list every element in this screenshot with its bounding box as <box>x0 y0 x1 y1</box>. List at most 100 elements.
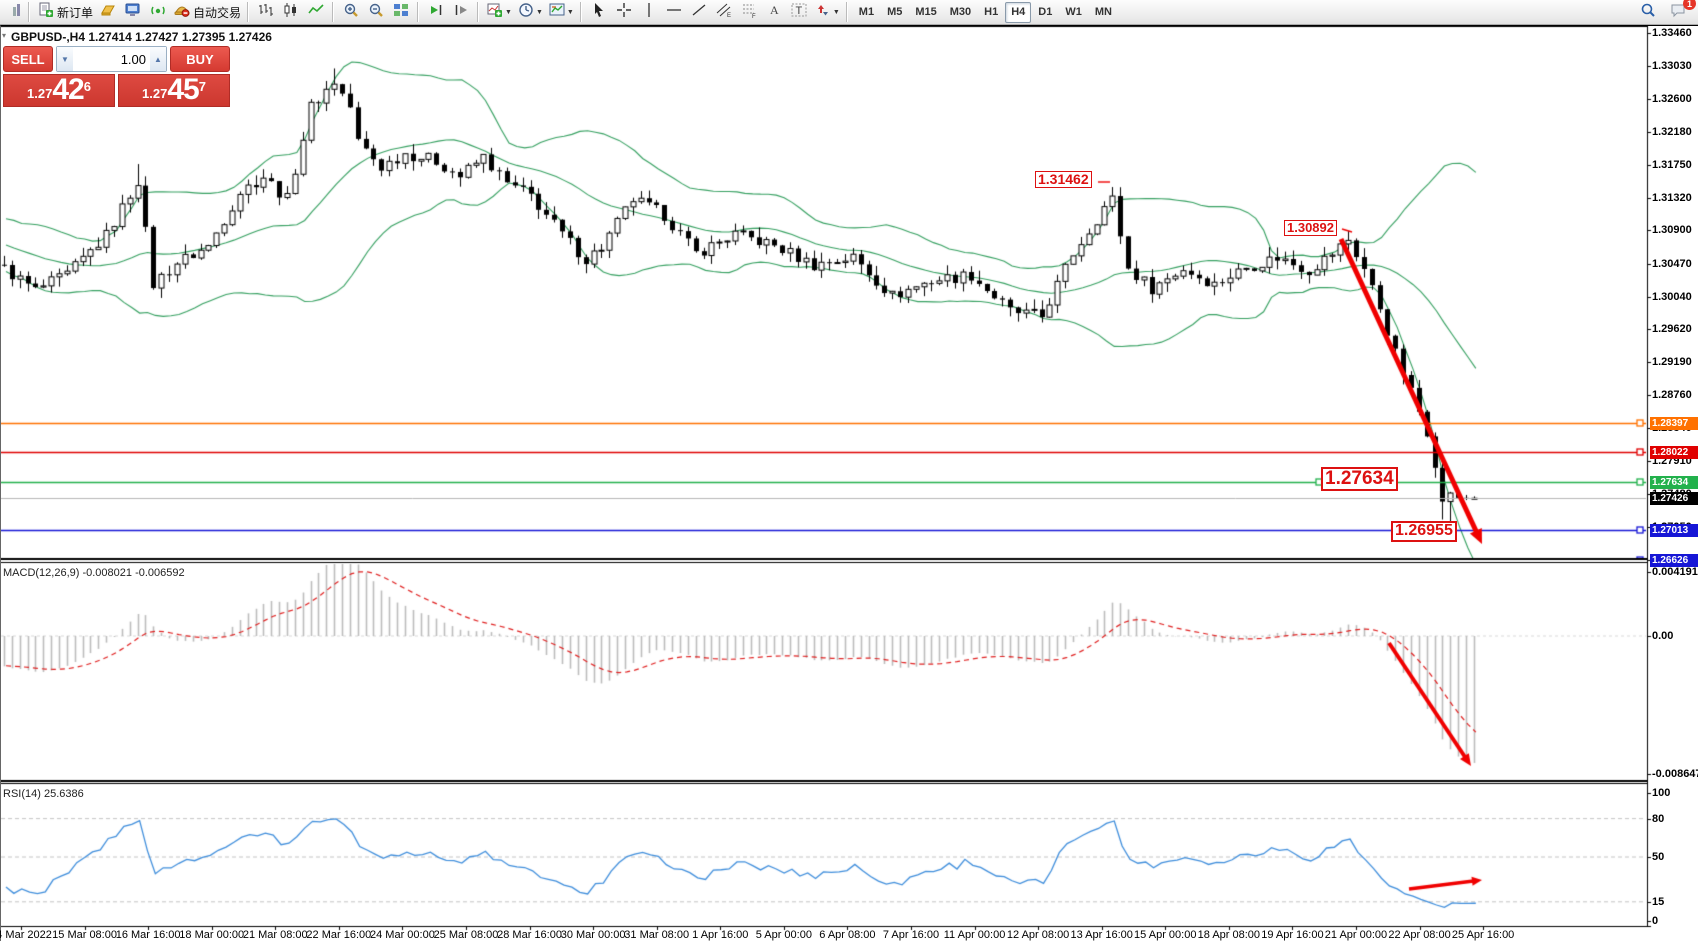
zoom-in-icon <box>342 1 360 24</box>
volume-increase-button[interactable]: ▲ <box>150 47 166 71</box>
timeframe-button-h4[interactable]: H4 <box>1005 2 1031 23</box>
date-axis-label: 15 Apr 00:00 <box>1134 929 1196 941</box>
date-axis-label: 21 Apr 00:00 <box>1325 929 1387 941</box>
price-axis-tick: 1.30900 <box>1652 224 1692 236</box>
timeframe-button-w1[interactable]: W1 <box>1059 2 1088 23</box>
price-tag-1.27426: 1.27426 <box>1650 492 1698 505</box>
vertical-line-tool-button[interactable] <box>637 2 661 22</box>
zoom-out-button[interactable] <box>364 2 388 22</box>
notifications-button[interactable]: 1 <box>1666 2 1690 22</box>
price-tag-1.28397: 1.28397 <box>1650 417 1698 430</box>
line-chart-button[interactable] <box>304 2 328 22</box>
price-axis-tick: 1.30040 <box>1652 291 1692 303</box>
signals-icon <box>149 1 167 24</box>
fibonacci-icon: F <box>740 1 758 24</box>
price-annotation-1.27634[interactable]: 1.27634 <box>1321 467 1398 491</box>
price-axis-tick: 1.29620 <box>1652 323 1692 335</box>
timeframe-button-h1[interactable]: H1 <box>978 2 1004 23</box>
date-axis-label: 22 Mar 16:00 <box>306 929 371 941</box>
periods-button[interactable]: ▼ <box>515 2 545 22</box>
label-tool-button[interactable]: T <box>787 2 811 22</box>
fibonacci-tool-button[interactable]: F <box>737 2 761 22</box>
toolbar-separator <box>245 2 252 22</box>
crosshair-tool-button[interactable] <box>612 2 636 22</box>
toolbar-item-label: 新订单 <box>57 4 93 21</box>
clipped-icon[interactable] <box>0 2 24 22</box>
metaeditor-icon <box>124 1 142 24</box>
price-axis-tick: 1.33030 <box>1652 60 1692 72</box>
timeframe-button-m30[interactable]: M30 <box>944 2 977 23</box>
price-chart-canvas[interactable] <box>1 26 1698 941</box>
date-axis-label: 18 Mar 00:00 <box>179 929 244 941</box>
timeframe-button-m15[interactable]: M15 <box>909 2 942 23</box>
trendline-icon <box>690 1 708 24</box>
volume-decrease-button[interactable]: ▼ <box>57 47 73 71</box>
autotrading-button[interactable]: 自动交易 <box>171 2 243 22</box>
sell-button[interactable]: SELL <box>3 46 53 72</box>
date-axis-label: 7 Apr 16:00 <box>883 929 939 941</box>
buy-price-display[interactable]: 1.27457 <box>118 74 230 107</box>
macd-axis-tick: 0.00 <box>1652 630 1673 642</box>
new-order-icon <box>37 1 55 24</box>
volume-box: ▼ ▲ <box>56 46 167 72</box>
cursor-tool-button[interactable] <box>587 2 611 22</box>
price-annotation-1.26955[interactable]: 1.26955 <box>1391 521 1457 542</box>
search-button[interactable] <box>1636 2 1660 22</box>
timeframe-button-m1[interactable]: M1 <box>853 2 880 23</box>
candles-icon <box>282 1 300 24</box>
date-axis-label: 28 Mar 16:00 <box>497 929 562 941</box>
timeframe-button-d1[interactable]: D1 <box>1032 2 1058 23</box>
zoom-in-button[interactable] <box>339 2 363 22</box>
chevron-down-icon: ▼ <box>536 9 543 16</box>
arrows-tool-button[interactable]: ▼ <box>812 2 842 22</box>
search-icon <box>1639 1 1657 24</box>
bar-chart-button[interactable] <box>254 2 278 22</box>
date-axis-label: 5 Apr 00:00 <box>756 929 812 941</box>
volume-input[interactable] <box>73 47 150 71</box>
svg-text:F: F <box>752 14 756 19</box>
candle-chart-button[interactable] <box>279 2 303 22</box>
timeframe-button-m5[interactable]: M5 <box>881 2 908 23</box>
macd-indicator-label: MACD(12,26,9) -0.008021 -0.006592 <box>3 567 185 579</box>
quote-open: 1.27414 <box>88 30 131 44</box>
toolbar-separator <box>415 2 422 22</box>
label-icon: T <box>790 1 808 24</box>
auto-scroll-icon <box>427 1 445 24</box>
timeframe-button-mn[interactable]: MN <box>1089 2 1118 23</box>
price-annotation-1.30892[interactable]: 1.30892 <box>1284 220 1337 236</box>
price-annotation-1.31462[interactable]: 1.31462 <box>1035 171 1092 188</box>
price-tag-1.26626: 1.26626 <box>1650 554 1698 567</box>
macd-axis-tick: -0.008647 <box>1652 768 1698 780</box>
auto-scroll-button[interactable] <box>424 2 448 22</box>
price-axis-tick: 1.29190 <box>1652 356 1692 368</box>
metaeditor-button[interactable] <box>121 2 145 22</box>
signals-button[interactable] <box>146 2 170 22</box>
trendline-tool-button[interactable] <box>687 2 711 22</box>
buy-button[interactable]: BUY <box>170 46 230 72</box>
tile-windows-button[interactable] <box>389 2 413 22</box>
rsi-indicator-label: RSI(14) 25.6386 <box>3 788 84 800</box>
hline-icon <box>665 1 683 24</box>
price-axis-tick: 1.32180 <box>1652 126 1692 138</box>
zoom-out-icon <box>367 1 385 24</box>
bars-icon <box>257 1 275 24</box>
chart-shift-icon <box>452 1 470 24</box>
notification-badge: 1 <box>1683 0 1696 10</box>
price-tag-1.28022: 1.28022 <box>1650 446 1698 459</box>
channel-tool-button[interactable]: E <box>712 2 736 22</box>
gold-bar-icon <box>99 1 117 24</box>
date-axis-label: 11 Apr 00:00 <box>944 929 1006 941</box>
indicators-button[interactable]: ▼ <box>484 2 514 22</box>
chevron-down-icon[interactable]: ▾ <box>2 31 6 40</box>
rsi-axis-tick: 0 <box>1652 915 1658 927</box>
chart-shift-button[interactable] <box>449 2 473 22</box>
rsi-axis-tick: 80 <box>1652 813 1664 825</box>
new-order-button[interactable]: 新订单 <box>35 2 95 22</box>
horizontal-line-tool-button[interactable] <box>662 2 686 22</box>
toolbar-separator <box>475 2 482 22</box>
templates-button[interactable]: ▼ <box>546 2 576 22</box>
macd-axis-tick: 0.004191 <box>1652 566 1698 578</box>
market-depth-button[interactable] <box>96 2 120 22</box>
sell-price-display[interactable]: 1.27426 <box>3 74 115 107</box>
text-tool-button[interactable]: A <box>762 2 786 22</box>
